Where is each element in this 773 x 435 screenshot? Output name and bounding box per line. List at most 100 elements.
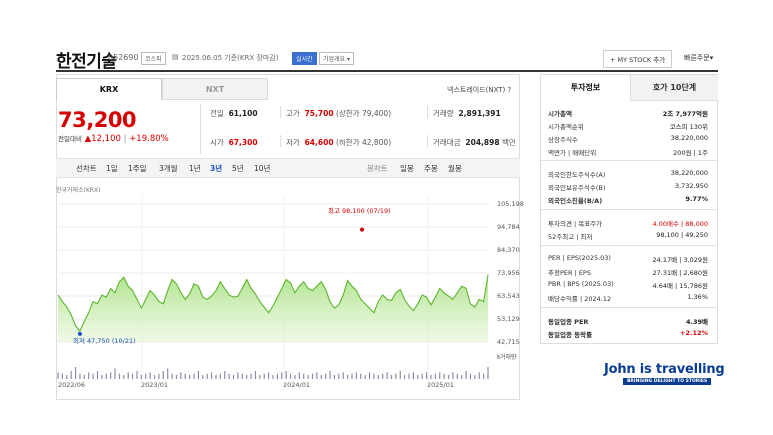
watermark-tagline: BRINGING DELIGHT TO STORIES xyxy=(623,378,712,385)
volume-bar xyxy=(74,367,77,379)
volume-bar xyxy=(483,373,485,379)
volume-bar xyxy=(202,375,204,379)
high-annotation: 최고 98,100 (07/19) xyxy=(328,207,391,215)
info-row: 동일업종 등락률 +2.12% xyxy=(548,329,708,339)
volume-bar xyxy=(452,372,454,379)
tab-orderbook[interactable]: 호가 10단계 xyxy=(630,75,718,101)
volume-bar xyxy=(224,371,226,379)
period-3y[interactable]: 3년 xyxy=(210,163,222,174)
info-value: 2조 7,977억원 xyxy=(662,110,708,118)
info-row: 외국인소진율(B/A) 9.77% xyxy=(548,195,708,205)
add-my-stock-button[interactable]: + MY STOCK 추가 xyxy=(603,50,673,68)
volume-bar xyxy=(461,375,463,379)
volume-bar xyxy=(316,372,318,379)
volume-bar xyxy=(329,371,331,379)
volume-bar xyxy=(180,372,182,379)
volume-bar xyxy=(364,375,366,379)
volume-bar xyxy=(377,375,379,379)
tab-krx[interactable]: KRX xyxy=(56,78,162,100)
watermark-logo: John is travelling xyxy=(604,362,725,377)
volume-bar xyxy=(360,373,362,379)
info-label: 외국인보유주식수(B) xyxy=(548,184,606,192)
quick-order-link[interactable]: 빠른주문▾ xyxy=(684,53,713,63)
period-10y[interactable]: 10년 xyxy=(254,163,270,174)
volume-bar xyxy=(114,368,116,379)
volume-bar xyxy=(96,371,99,379)
volume-bar xyxy=(434,373,436,379)
info-label: 외국인소진율(B/A) xyxy=(548,197,603,205)
period-1y[interactable]: 1년 xyxy=(189,163,201,174)
info-label: 액면가 | 매매단위 xyxy=(548,149,597,157)
line-chart-button[interactable]: 선차트 xyxy=(76,163,97,174)
volume-bar xyxy=(333,375,336,379)
volume-bar xyxy=(131,373,134,379)
info-value: 200원 | 1주 xyxy=(673,149,708,157)
candle-weekly[interactable]: 주봉 xyxy=(424,163,438,174)
info-row: 배당수익률 | 2024.12 1.36% xyxy=(548,293,708,303)
info-row: 외국인한도주식수(A) 38,220,000 xyxy=(548,169,708,179)
volume-bar xyxy=(237,372,239,379)
candle-chart-button[interactable]: 봉차트 xyxy=(367,163,388,174)
volume-bar xyxy=(298,372,300,379)
chevron-down-icon: ▾ xyxy=(709,54,714,62)
volume-bar xyxy=(320,375,322,379)
volume-bar xyxy=(285,371,287,379)
volume-bar xyxy=(88,372,90,379)
volume-bar xyxy=(79,373,81,379)
info-label: 시가총액 xyxy=(548,110,572,118)
info-label: 상장주식수 xyxy=(548,136,578,144)
volume-bar xyxy=(153,375,156,379)
volume-bar xyxy=(158,373,160,379)
period-1w[interactable]: 1주일 xyxy=(128,163,147,174)
volume-bar xyxy=(206,373,208,379)
volume-bar xyxy=(110,372,112,379)
candle-monthly[interactable]: 월봉 xyxy=(448,163,462,174)
volume-bar xyxy=(145,373,147,379)
volume-bar xyxy=(167,368,169,379)
info-label: 52주최고 | 최저 xyxy=(548,233,593,241)
nextrade-link[interactable]: 넥스트레이드(NXT) ? xyxy=(447,85,511,95)
high-price: 고가 75,700 (상한가 79,400) xyxy=(286,109,392,118)
company-overview-button[interactable]: 기업개요 ▾ xyxy=(319,52,355,65)
high-point-marker xyxy=(360,227,364,232)
volume-bar xyxy=(373,373,375,379)
period-5y[interactable]: 5년 xyxy=(232,163,244,174)
period-3m[interactable]: 3개월 xyxy=(159,163,178,174)
realtime-tag[interactable]: 실시간 xyxy=(292,52,317,65)
volume-bar xyxy=(421,373,423,379)
tab-nxt[interactable]: NXT xyxy=(162,78,268,100)
volume-bar xyxy=(386,372,388,379)
open-price: 시가 67,300 xyxy=(210,138,258,147)
info-value: 코스피 130위 xyxy=(669,123,708,131)
volume-bar xyxy=(101,375,103,379)
price-chart[interactable] xyxy=(56,196,496,382)
info-row: 외국인보유주식수(B) 3,732,950 xyxy=(548,182,708,192)
volume-bar xyxy=(197,371,200,379)
x-tick: 2025/01 xyxy=(427,381,455,389)
info-label: 추정PER | EPS xyxy=(548,269,591,277)
period-1d[interactable]: 1일 xyxy=(106,163,118,174)
y-tick: 63,543 xyxy=(497,292,520,300)
info-label: PBR | BPS (2025.03) xyxy=(548,280,614,288)
volume-bar xyxy=(408,373,410,379)
volume-bar xyxy=(351,373,353,379)
info-label: 배당수익률 | 2024.12 xyxy=(548,295,612,303)
panel-divider xyxy=(541,245,717,246)
y-tick: 84,370 xyxy=(497,246,520,254)
volume-bar xyxy=(241,373,243,379)
volume-bar xyxy=(66,375,68,379)
volume-bar xyxy=(92,373,94,379)
candle-daily[interactable]: 일봉 xyxy=(400,163,414,174)
volume-bar xyxy=(246,375,248,379)
volume-bar xyxy=(228,373,230,379)
chart-source: 한국거래소(KRX) xyxy=(56,187,101,194)
change-value: ▲12,100 xyxy=(84,134,121,144)
tab-investment-info[interactable]: 투자정보 xyxy=(541,75,630,101)
info-label: 외국인한도주식수(A) xyxy=(548,171,606,179)
volume-bar xyxy=(390,375,393,379)
volume-bar xyxy=(70,371,72,379)
volume-bar xyxy=(425,372,428,379)
volume-bar xyxy=(447,375,450,379)
volume-bar xyxy=(478,372,480,379)
volume-bar xyxy=(439,372,441,379)
